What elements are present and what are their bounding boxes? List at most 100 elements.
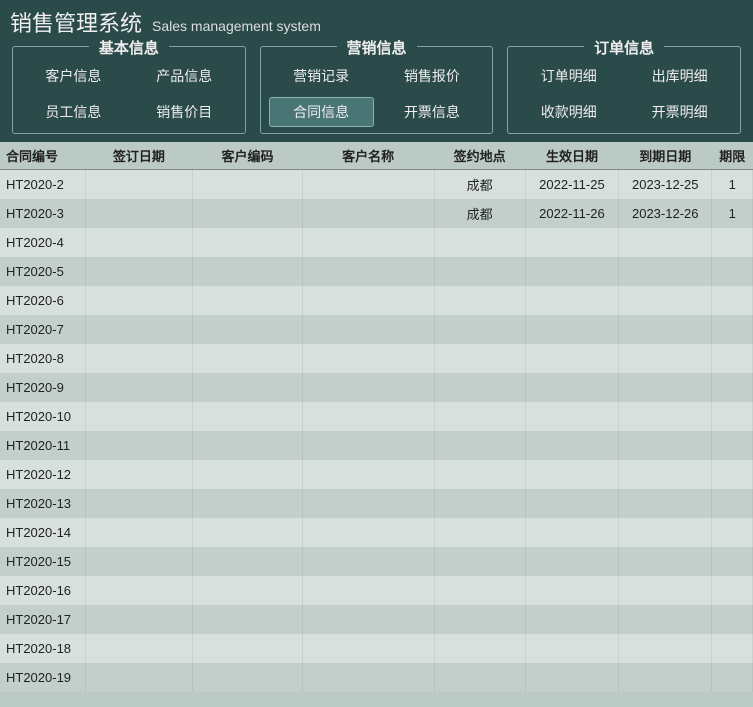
contracts-table: 合同编号签订日期客户编码客户名称签约地点生效日期到期日期期限 HT2020-2成… [0, 142, 753, 692]
table-cell-id: HT2020-13 [0, 489, 85, 518]
table-header-cell[interactable]: 客户编码 [193, 142, 303, 170]
table-cell-place [434, 547, 525, 576]
table-cell-eff [525, 547, 618, 576]
table-cell-code [193, 634, 303, 663]
table-cell-term [712, 634, 753, 663]
nav-group-title: 基本信息 [89, 37, 169, 58]
table-cell-sign [85, 576, 193, 605]
table-cell-eff [525, 576, 618, 605]
nav-item[interactable]: 开票信息 [380, 97, 485, 127]
table-cell-term [712, 489, 753, 518]
table-cell-id: HT2020-3 [0, 199, 85, 228]
table-cell-place [434, 344, 525, 373]
table-row[interactable]: HT2020-17 [0, 605, 753, 634]
table-cell-place [434, 402, 525, 431]
nav-item[interactable]: 出库明细 [627, 61, 732, 91]
table-cell-id: HT2020-15 [0, 547, 85, 576]
table-row[interactable]: HT2020-12 [0, 460, 753, 489]
table-cell-place [434, 605, 525, 634]
nav-item[interactable]: 合同信息 [269, 97, 374, 127]
table-header-cell[interactable]: 到期日期 [619, 142, 712, 170]
table-cell-eff [525, 228, 618, 257]
table-header-cell[interactable]: 签约地点 [434, 142, 525, 170]
table-cell-sign [85, 170, 193, 199]
table-row[interactable]: HT2020-7 [0, 315, 753, 344]
table-cell-sign [85, 518, 193, 547]
nav-item[interactable]: 销售价目 [132, 97, 237, 127]
table-cell-sign [85, 547, 193, 576]
nav-item[interactable]: 产品信息 [132, 61, 237, 91]
nav-item[interactable]: 营销记录 [269, 61, 374, 91]
table-cell-eff [525, 257, 618, 286]
table-cell-exp [619, 518, 712, 547]
table-cell-sign [85, 663, 193, 692]
table-row[interactable]: HT2020-2成都2022-11-252023-12-251 [0, 170, 753, 199]
table-row[interactable]: HT2020-6 [0, 286, 753, 315]
table-cell-eff [525, 373, 618, 402]
table-row[interactable]: HT2020-9 [0, 373, 753, 402]
table-cell-code [193, 431, 303, 460]
table-row[interactable]: HT2020-14 [0, 518, 753, 547]
table-cell-exp [619, 257, 712, 286]
table-cell-sign [85, 199, 193, 228]
table-cell-id: HT2020-14 [0, 518, 85, 547]
table-cell-sign [85, 634, 193, 663]
table-cell-sign [85, 605, 193, 634]
table-row[interactable]: HT2020-15 [0, 547, 753, 576]
table-row[interactable]: HT2020-16 [0, 576, 753, 605]
table-header-cell[interactable]: 合同编号 [0, 142, 85, 170]
table-cell-place [434, 373, 525, 402]
table-cell-term [712, 373, 753, 402]
table-cell-sign [85, 460, 193, 489]
table-row[interactable]: HT2020-8 [0, 344, 753, 373]
table-cell-id: HT2020-16 [0, 576, 85, 605]
table-row[interactable]: HT2020-18 [0, 634, 753, 663]
table-row[interactable]: HT2020-4 [0, 228, 753, 257]
table-row[interactable]: HT2020-19 [0, 663, 753, 692]
table-cell-code [193, 344, 303, 373]
table-cell-name [302, 286, 434, 315]
table-cell-code [193, 460, 303, 489]
table-header-cell[interactable]: 客户名称 [302, 142, 434, 170]
table-cell-id: HT2020-12 [0, 460, 85, 489]
table-cell-place [434, 431, 525, 460]
nav-item[interactable]: 客户信息 [21, 61, 126, 91]
table-cell-code [193, 402, 303, 431]
nav-item[interactable]: 开票明细 [627, 97, 732, 127]
table-cell-id: HT2020-5 [0, 257, 85, 286]
table-cell-exp [619, 315, 712, 344]
table-cell-place [434, 286, 525, 315]
table-cell-code [193, 576, 303, 605]
table-cell-code [193, 489, 303, 518]
nav-item[interactable]: 员工信息 [21, 97, 126, 127]
table-cell-term [712, 460, 753, 489]
app-title-cn: 销售管理系统 [10, 6, 142, 38]
nav-item[interactable]: 订单明细 [516, 61, 621, 91]
table-row[interactable]: HT2020-3成都2022-11-262023-12-261 [0, 199, 753, 228]
table-cell-exp [619, 373, 712, 402]
nav-group-title: 订单信息 [584, 37, 664, 58]
table-cell-eff [525, 663, 618, 692]
nav-item[interactable]: 销售报价 [380, 61, 485, 91]
nav-bar: 基本信息客户信息产品信息员工信息销售价目营销信息营销记录销售报价合同信息开票信息… [0, 42, 753, 142]
table-row[interactable]: HT2020-11 [0, 431, 753, 460]
table-cell-exp [619, 634, 712, 663]
table-container: 合同编号签订日期客户编码客户名称签约地点生效日期到期日期期限 HT2020-2成… [0, 142, 753, 707]
table-header-cell[interactable]: 期限 [712, 142, 753, 170]
table-cell-term [712, 431, 753, 460]
nav-group-title: 营销信息 [336, 37, 416, 58]
table-cell-code [193, 170, 303, 199]
table-cell-place [434, 489, 525, 518]
nav-item[interactable]: 收款明细 [516, 97, 621, 127]
table-cell-exp [619, 402, 712, 431]
table-row[interactable]: HT2020-5 [0, 257, 753, 286]
table-row[interactable]: HT2020-10 [0, 402, 753, 431]
table-header-cell[interactable]: 生效日期 [525, 142, 618, 170]
table-cell-code [193, 518, 303, 547]
table-cell-sign [85, 344, 193, 373]
table-cell-code [193, 199, 303, 228]
table-cell-id: HT2020-19 [0, 663, 85, 692]
table-cell-id: HT2020-9 [0, 373, 85, 402]
table-row[interactable]: HT2020-13 [0, 489, 753, 518]
table-header-cell[interactable]: 签订日期 [85, 142, 193, 170]
